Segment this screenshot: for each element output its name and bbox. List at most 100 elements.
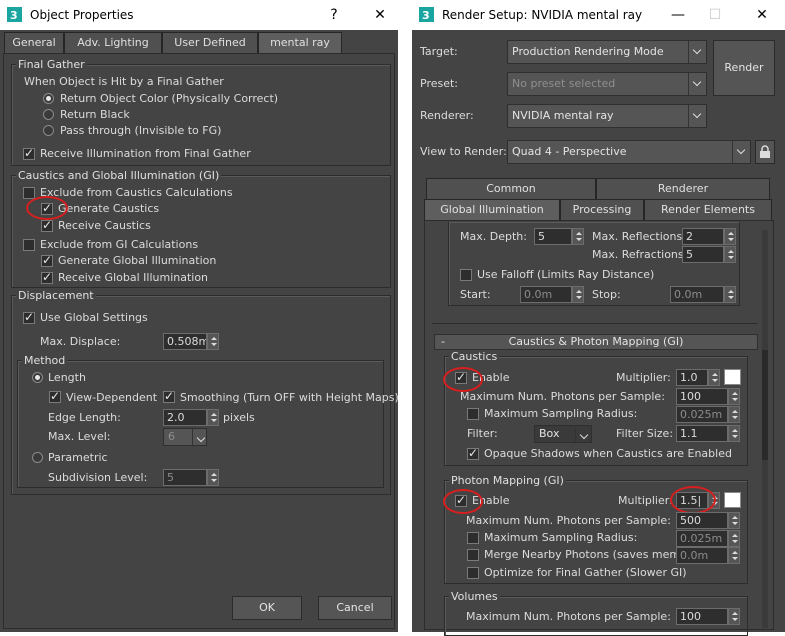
view-to-render-dropdown[interactable]: Quad 4 - Perspective	[507, 140, 751, 164]
maximize-button[interactable]: ☐	[703, 4, 727, 26]
photon-max-photons-value[interactable]: 500	[676, 512, 728, 529]
spinner-arrows-icon[interactable]	[728, 608, 740, 625]
edge-length-spinner[interactable]: 2.0	[163, 409, 219, 426]
max-reflections-spinner[interactable]: 2	[682, 228, 736, 245]
tab-renderer[interactable]: Renderer	[596, 178, 770, 200]
tab-general[interactable]: General	[4, 32, 64, 54]
filter-size-value[interactable]: 1.1	[676, 425, 728, 442]
caustics-max-photons-spinner[interactable]: 100	[676, 388, 740, 405]
render-button[interactable]: Render	[713, 40, 775, 96]
receive-caustics-checkbox[interactable]	[41, 218, 53, 232]
tab-render-elements[interactable]: Render Elements	[644, 199, 772, 221]
photon-max-radius-value[interactable]: 0.025m	[676, 530, 728, 547]
max-refractions-spinner[interactable]: 5	[682, 246, 736, 263]
tab-common[interactable]: Common	[426, 178, 596, 200]
tab-global-illumination[interactable]: Global Illumination	[424, 199, 560, 221]
tab-mental-ray[interactable]: mental ray	[258, 32, 342, 54]
spinner-arrows-icon[interactable]	[207, 409, 219, 426]
chevron-down-icon	[732, 141, 750, 163]
spinner-arrows-icon[interactable]	[708, 369, 720, 386]
caustics-multiplier-value[interactable]: 1.0	[676, 369, 708, 386]
max-depth-spinner[interactable]: 5	[534, 228, 584, 245]
minimize-button[interactable]: —	[666, 4, 690, 26]
filter-dropdown[interactable]: Box	[534, 425, 592, 443]
start-spinner[interactable]: 0.0m	[520, 286, 584, 303]
max-displace-spinner[interactable]: 0.508m	[163, 333, 219, 350]
receive-gi-checkbox[interactable]	[41, 270, 53, 284]
caustics-max-radius-spinner[interactable]: 0.025m	[676, 406, 740, 423]
max-reflections-value[interactable]: 2	[682, 228, 724, 245]
subdivision-level-value[interactable]: 5	[163, 469, 207, 486]
spinner-arrows-icon[interactable]	[724, 228, 736, 245]
merge-photons-spinner[interactable]: 0.0m	[676, 547, 740, 564]
filter-size-spinner[interactable]: 1.1	[676, 425, 740, 442]
photon-max-photons-spinner[interactable]: 500	[676, 512, 740, 529]
spinner-arrows-icon[interactable]	[728, 388, 740, 405]
cancel-button[interactable]: Cancel	[318, 596, 392, 620]
use-falloff-checkbox[interactable]	[460, 269, 472, 281]
radio-pass-through[interactable]	[43, 125, 54, 136]
exclude-gi-checkbox[interactable]	[23, 239, 35, 251]
caustics-photon-rollout-header[interactable]: - Caustics & Photon Mapping (GI)	[434, 334, 758, 350]
exclude-caustics-checkbox[interactable]	[23, 187, 35, 199]
tab-processing[interactable]: Processing	[560, 199, 644, 221]
photon-multiplier-label: Multiplier:	[618, 494, 673, 507]
generate-gi-checkbox[interactable]	[41, 253, 53, 267]
close-button[interactable]: ✕	[368, 4, 392, 26]
target-dropdown[interactable]: Production Rendering Mode	[507, 40, 707, 64]
edge-length-value[interactable]: 2.0	[163, 409, 207, 426]
radio-length[interactable]	[32, 372, 43, 383]
start-value[interactable]: 0.0m	[520, 286, 572, 303]
volumes-max-photons-value[interactable]: 100	[676, 608, 728, 625]
spinner-arrows-icon[interactable]	[207, 469, 219, 486]
spinner-arrows-icon[interactable]	[728, 512, 740, 529]
caustics-max-photons-value[interactable]: 100	[676, 388, 728, 405]
caustics-color-swatch[interactable]	[724, 369, 741, 385]
ok-button[interactable]: OK	[232, 596, 302, 620]
tab-adv-lighting[interactable]: Adv. Lighting	[64, 32, 162, 54]
subdivision-level-spinner[interactable]: 5	[163, 469, 219, 486]
merge-photons-checkbox[interactable]	[467, 549, 479, 561]
max-refractions-value[interactable]: 5	[682, 246, 724, 263]
radio-return-black[interactable]	[43, 109, 54, 120]
spinner-arrows-icon[interactable]	[728, 547, 740, 564]
help-button[interactable]: ?	[322, 4, 346, 26]
close-button[interactable]: ✕	[750, 4, 774, 26]
max-displace-value[interactable]: 0.508m	[163, 333, 207, 350]
tab-user-defined[interactable]: User Defined	[162, 32, 258, 54]
optimize-fg-checkbox[interactable]	[467, 567, 479, 579]
receive-fg-checkbox[interactable]	[23, 146, 35, 160]
preset-dropdown[interactable]: No preset selected	[507, 72, 707, 96]
spinner-arrows-icon[interactable]	[724, 286, 736, 303]
caustics-max-radius-checkbox[interactable]	[467, 408, 479, 420]
spinner-arrows-icon[interactable]	[728, 425, 740, 442]
caustics-max-radius-value[interactable]: 0.025m	[676, 406, 728, 423]
caustics-multiplier-spinner[interactable]: 1.0	[676, 369, 720, 386]
stop-value[interactable]: 0.0m	[670, 286, 724, 303]
volumes-max-photons-spinner[interactable]: 100	[676, 608, 740, 625]
opaque-shadows-checkbox[interactable]	[467, 446, 479, 460]
photon-max-radius-spinner[interactable]: 0.025m	[676, 530, 740, 547]
use-global-settings-checkbox[interactable]	[23, 310, 35, 324]
radio-return-object-color[interactable]	[43, 93, 54, 104]
spinner-arrows-icon[interactable]	[724, 246, 736, 263]
view-dependent-checkbox[interactable]	[49, 389, 61, 403]
max-level-dropdown[interactable]: 6	[163, 428, 207, 446]
photon-color-swatch[interactable]	[724, 492, 741, 508]
stop-spinner[interactable]: 0.0m	[670, 286, 736, 303]
smoothing-checkbox[interactable]	[163, 389, 175, 403]
merge-photons-value[interactable]: 0.0m	[676, 547, 728, 564]
spinner-arrows-icon[interactable]	[207, 333, 219, 350]
radio-parametric[interactable]	[32, 452, 43, 463]
lock-view-button[interactable]	[755, 140, 775, 164]
title-bar[interactable]: 3 Render Setup: NVIDIA mental ray — ☐ ✕	[412, 0, 785, 30]
photon-max-radius-checkbox[interactable]	[467, 532, 479, 544]
spinner-arrows-icon[interactable]	[728, 530, 740, 547]
spinner-arrows-icon[interactable]	[728, 406, 740, 423]
scrollbar-thumb[interactable]	[762, 350, 768, 460]
title-bar[interactable]: 3 Object Properties ? ✕	[0, 0, 398, 30]
spinner-arrows-icon[interactable]	[572, 228, 584, 245]
renderer-dropdown[interactable]: NVIDIA mental ray	[507, 104, 707, 128]
max-depth-value[interactable]: 5	[534, 228, 572, 245]
spinner-arrows-icon[interactable]	[572, 286, 584, 303]
